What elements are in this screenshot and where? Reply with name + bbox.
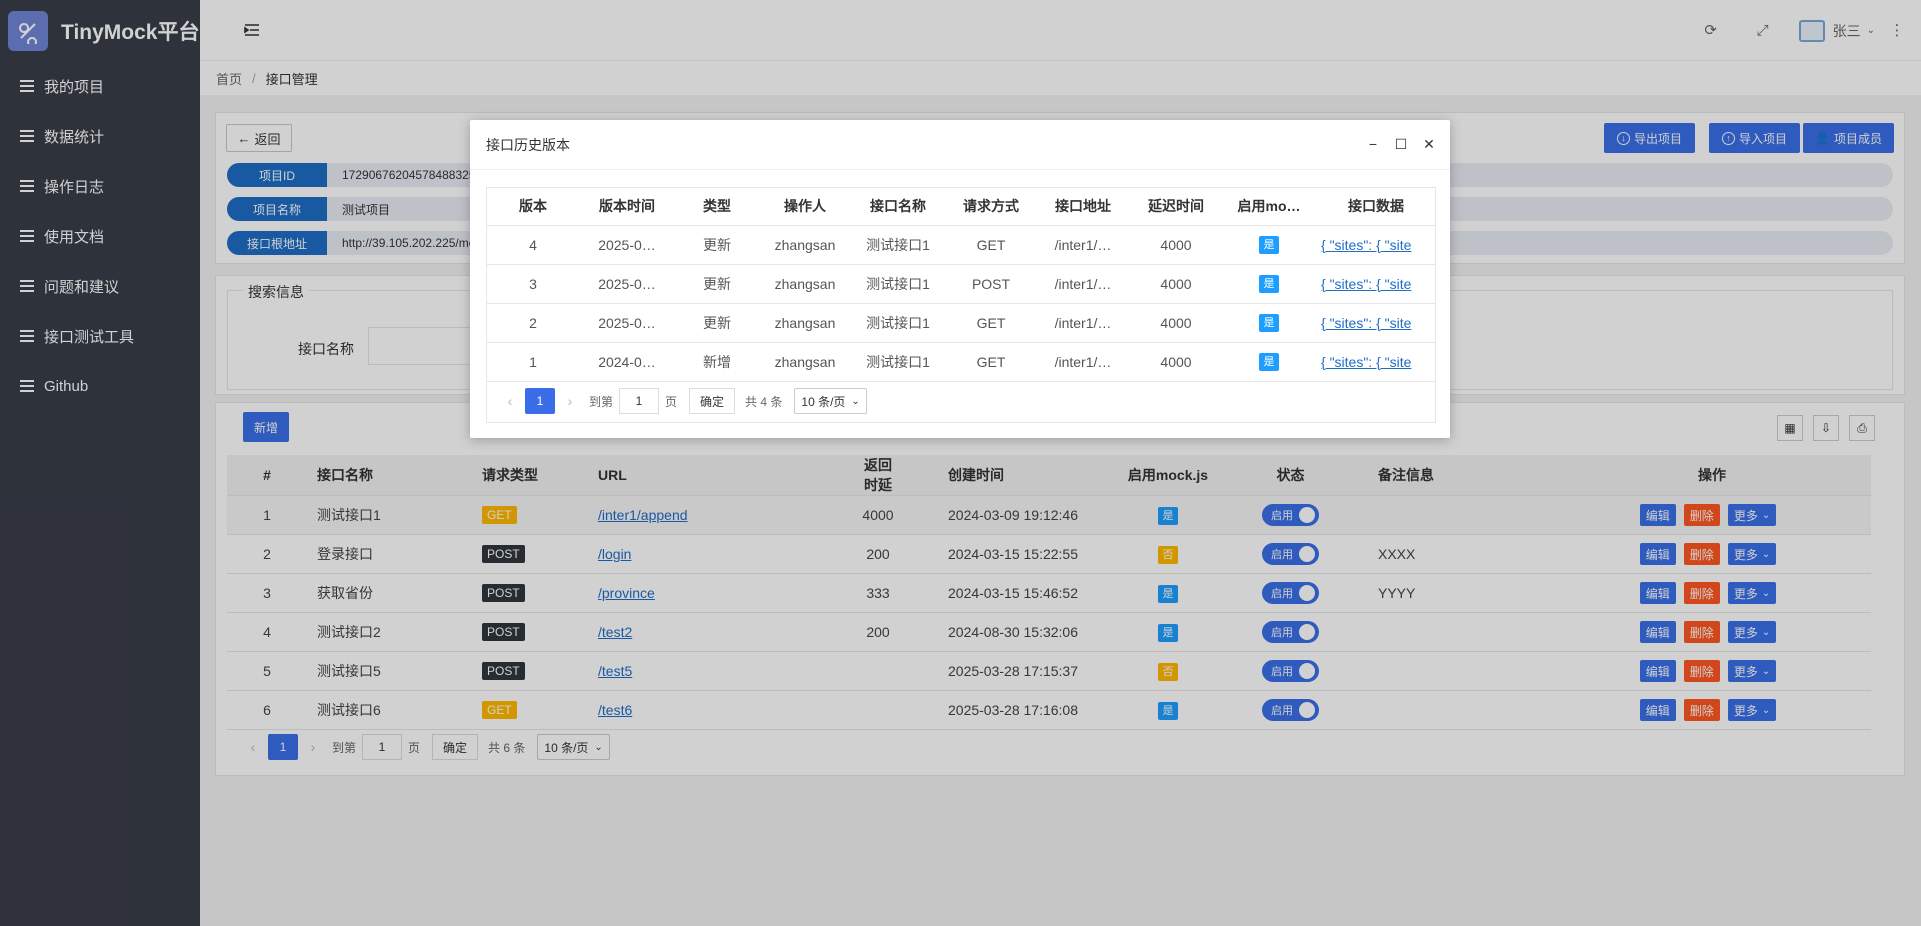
history-cell-url: /inter1/… — [1037, 264, 1129, 304]
prev-page-icon[interactable]: ‹ — [497, 393, 523, 409]
maximize-icon[interactable]: ☐ — [1394, 137, 1408, 151]
history-col: 类型 — [675, 188, 759, 226]
history-row: 2 2025-0… 更新 zhangsan 测试接口1 GET/inter1/… 4000 是… — [487, 303, 1435, 343]
history-cell-ver: 4 — [487, 225, 579, 265]
page-input[interactable]: 1 — [619, 388, 660, 414]
total-count: 共 4 条 — [745, 394, 783, 409]
modal-pagination: ‹ 1 › 到第 1 页确定共 4 条 10 条/页 ⌄ — [497, 388, 867, 414]
history-cell-delay: 4000 — [1129, 225, 1223, 265]
history-cell-data[interactable]: { "sites": { "site — [1315, 342, 1435, 382]
history-cell-delay: 4000 — [1129, 342, 1223, 382]
chevron-down-icon: ⌄ — [851, 395, 860, 407]
history-cell-time: 2025-0… — [579, 264, 675, 304]
mock-badge: 是 — [1259, 353, 1279, 371]
history-table: 版本 版本时间 类型 操作人 接口名称 请求方式 接口地址 延迟时间 启用mo… 接口数据 4 20… — [487, 188, 1435, 382]
history-cell-delay: 4000 — [1129, 264, 1223, 304]
history-cell-mock: 是 — [1223, 225, 1315, 265]
history-cell-type: 更新 — [675, 225, 759, 265]
history-cell-time: 2025-0… — [579, 303, 675, 343]
history-cell-method: POST — [945, 264, 1037, 304]
history-col: 接口地址 — [1037, 188, 1129, 226]
modal-header: 接口历史版本 − ☐ ✕ — [470, 120, 1450, 170]
history-cell-time: 2025-0… — [579, 225, 675, 265]
history-cell-method: GET — [945, 342, 1037, 382]
history-cell-ver: 3 — [487, 264, 579, 304]
history-cell-method: GET — [945, 225, 1037, 265]
history-cell-op: zhangsan — [759, 264, 851, 304]
mock-badge: 是 — [1259, 314, 1279, 332]
mock-badge: 是 — [1259, 236, 1279, 254]
history-col: 接口名称 — [851, 188, 945, 226]
history-cell-op: zhangsan — [759, 225, 851, 265]
history-header-row: 版本 版本时间 类型 操作人 接口名称 请求方式 接口地址 延迟时间 启用mo… 接口数据 — [487, 188, 1435, 226]
history-cell-url: /inter1/… — [1037, 342, 1129, 382]
close-icon[interactable]: ✕ — [1422, 137, 1436, 151]
history-cell-data[interactable]: { "sites": { "site — [1315, 303, 1435, 343]
history-row: 4 2025-0… 更新 zhangsan 测试接口1 GET/inter1/… 4000 是… — [487, 225, 1435, 265]
history-cell-ver: 1 — [487, 342, 579, 382]
history-cell-mock: 是 — [1223, 303, 1315, 343]
history-cell-data[interactable]: { "sites": { "site — [1315, 225, 1435, 265]
history-col: 版本 — [487, 188, 579, 226]
goto-label: 到第 — [589, 394, 614, 409]
modal-table-wrap: 版本 版本时间 类型 操作人 接口名称 请求方式 接口地址 延迟时间 启用mo… 接口数据 4 20… — [486, 187, 1436, 423]
history-cell-data[interactable]: { "sites": { "site — [1315, 264, 1435, 304]
history-cell-ver: 2 — [487, 303, 579, 343]
history-cell-name: 测试接口1 — [851, 264, 945, 304]
history-row: 1 2024-0… 新增 zhangsan 测试接口1 GET/inter1/… 4000 是… — [487, 342, 1435, 382]
history-col: 接口数据 — [1315, 188, 1435, 226]
page-unit: 页 — [665, 394, 678, 409]
minimize-icon[interactable]: − — [1366, 137, 1380, 151]
history-cell-method: GET — [945, 303, 1037, 343]
history-cell-type: 更新 — [675, 303, 759, 343]
history-cell-type: 更新 — [675, 264, 759, 304]
history-col: 请求方式 — [945, 188, 1037, 226]
history-cell-mock: 是 — [1223, 264, 1315, 304]
history-cell-name: 测试接口1 — [851, 342, 945, 382]
history-cell-op: zhangsan — [759, 342, 851, 382]
next-page-icon[interactable]: › — [557, 393, 583, 409]
page-size-value: 10 条/页 — [801, 394, 846, 409]
current-page[interactable]: 1 — [525, 388, 555, 414]
history-row: 3 2025-0… 更新 zhangsan 测试接口1 POST/inter1/… 4000… — [487, 264, 1435, 304]
history-col: 延迟时间 — [1129, 188, 1223, 226]
history-cell-url: /inter1/… — [1037, 303, 1129, 343]
history-cell-url: /inter1/… — [1037, 225, 1129, 265]
history-cell-delay: 4000 — [1129, 303, 1223, 343]
mock-badge: 是 — [1259, 275, 1279, 293]
history-col: 启用mo… — [1223, 188, 1315, 226]
history-cell-mock: 是 — [1223, 342, 1315, 382]
history-cell-name: 测试接口1 — [851, 303, 945, 343]
history-modal: 接口历史版本 − ☐ ✕ 版本 版本时间 类型 操作人 接口名称 请求方式 接口地址 延迟时间… — [470, 120, 1450, 438]
history-cell-op: zhangsan — [759, 303, 851, 343]
history-col: 版本时间 — [579, 188, 675, 226]
history-cell-name: 测试接口1 — [851, 225, 945, 265]
history-cell-time: 2024-0… — [579, 342, 675, 382]
modal-title: 接口历史版本 — [486, 136, 570, 153]
page-size-select[interactable]: 10 条/页 ⌄ — [794, 388, 867, 414]
history-cell-type: 新增 — [675, 342, 759, 382]
history-col: 操作人 — [759, 188, 851, 226]
goto-ok-button[interactable]: 确定 — [689, 388, 736, 414]
